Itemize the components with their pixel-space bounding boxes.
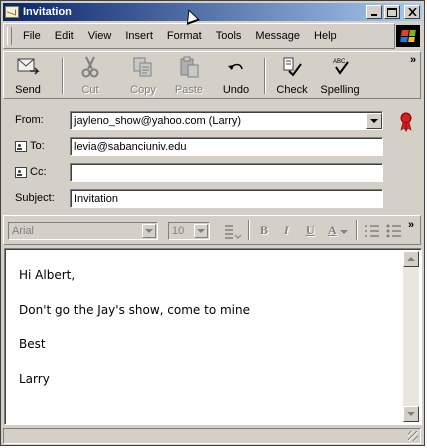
check-icon <box>283 57 302 77</box>
close-button[interactable] <box>404 5 420 19</box>
subject-label-text: Subject: <box>15 192 55 204</box>
font-color-icon[interactable]: A <box>328 223 337 238</box>
underline-icon[interactable]: U <box>306 223 315 238</box>
maximize-button[interactable] <box>384 5 400 19</box>
spelling-icon: ABC <box>333 59 349 75</box>
check-button[interactable]: Check <box>272 55 312 97</box>
chevron-up-icon <box>407 257 415 261</box>
bulleted-list-icon[interactable] <box>386 223 402 239</box>
to-label[interactable]: To: <box>15 140 45 152</box>
svg-text:ABC: ABC <box>333 59 346 65</box>
menu-message[interactable]: Message <box>248 30 307 42</box>
title-bar[interactable]: Invitation <box>3 3 422 21</box>
paragraph-style-icon[interactable] <box>223 223 241 239</box>
message-window: Invitation File Edit View Insert Format … <box>0 0 425 446</box>
chevron-down-icon[interactable] <box>340 230 348 236</box>
main-toolbar: Send Cut Copy Paste Undo Check ABC Spell… <box>3 51 421 99</box>
status-bar <box>3 428 421 444</box>
spelling-button[interactable]: ABC Spelling <box>318 55 362 97</box>
from-field[interactable]: jayleno_show@yahoo.com (Larry) <box>70 111 383 130</box>
cut-label: Cut <box>81 84 99 96</box>
scroll-up-button[interactable] <box>403 251 419 267</box>
undo-label: Undo <box>222 84 250 96</box>
chevron-down-icon <box>370 119 378 123</box>
address-book-icon <box>15 166 27 178</box>
copy-label: Copy <box>130 84 156 96</box>
menu-help[interactable]: Help <box>307 30 344 42</box>
windows-logo <box>396 25 420 47</box>
font-size-value: 10 <box>172 225 185 237</box>
close-icon <box>407 8 417 16</box>
subject-label: Subject: <box>15 192 55 204</box>
subject-field[interactable]: Invitation <box>70 189 383 208</box>
resize-grip[interactable] <box>408 431 418 441</box>
font-size-select[interactable]: 10 <box>168 222 210 240</box>
toolbar-separator <box>264 58 266 94</box>
menu-grip[interactable] <box>7 27 12 45</box>
send-icon <box>17 58 40 75</box>
from-label: From: <box>15 114 44 126</box>
check-label: Check <box>276 84 308 96</box>
cut-icon <box>81 56 99 78</box>
toolbar-more-button[interactable]: » <box>410 54 416 66</box>
from-value: jayleno_show@yahoo.com (Larry) <box>74 115 242 127</box>
formatting-toolbar: Arial 10 B I U A » <box>3 215 421 245</box>
toolbar-separator <box>248 220 250 240</box>
chevron-down-icon <box>142 224 156 238</box>
message-line: Best <box>19 337 46 351</box>
toolbar-separator <box>62 58 64 94</box>
spelling-label: Spelling <box>320 84 360 96</box>
from-label-text: From: <box>15 114 44 126</box>
format-more-button[interactable]: » <box>408 219 414 231</box>
chevron-down-icon <box>194 224 208 238</box>
subject-value: Invitation <box>74 193 119 205</box>
from-dropdown-button[interactable] <box>366 113 382 129</box>
bold-icon[interactable]: B <box>260 223 268 238</box>
menu-tools[interactable]: Tools <box>209 30 249 42</box>
cc-label[interactable]: Cc: <box>15 166 47 178</box>
undo-icon <box>228 63 243 70</box>
to-value: levia@sabanciuniv.edu <box>74 141 187 153</box>
menu-file[interactable]: File <box>16 30 48 42</box>
copy-button[interactable]: Copy <box>125 55 161 97</box>
cc-label-text: Cc: <box>30 166 47 178</box>
vertical-scrollbar[interactable] <box>403 251 419 422</box>
cut-button[interactable]: Cut <box>72 55 108 97</box>
maximize-icon <box>387 7 397 17</box>
numbered-list-icon[interactable] <box>364 223 380 239</box>
cc-field[interactable] <box>70 163 383 182</box>
minimize-icon <box>371 14 377 16</box>
font-name-select[interactable]: Arial <box>8 222 158 240</box>
to-label-text: To: <box>30 140 45 152</box>
paste-button[interactable]: Paste <box>171 55 207 97</box>
to-field[interactable]: levia@sabanciuniv.edu <box>70 137 383 156</box>
scroll-down-button[interactable] <box>403 406 419 422</box>
message-line: Larry <box>19 372 50 386</box>
ribbon-icon <box>400 112 412 132</box>
address-book-icon <box>15 140 27 152</box>
toolbar-separator <box>356 220 358 240</box>
minimize-button[interactable] <box>366 5 382 19</box>
send-label: Send <box>15 84 41 96</box>
menu-format[interactable]: Format <box>160 30 209 42</box>
menu-view[interactable]: View <box>81 30 119 42</box>
menu-bar: File Edit View Insert Format Tools Messa… <box>3 23 395 49</box>
app-icon <box>5 6 19 18</box>
paste-label: Paste <box>174 84 204 96</box>
copy-icon <box>133 57 152 77</box>
font-name-value: Arial <box>12 225 35 237</box>
menu-edit[interactable]: Edit <box>48 30 81 42</box>
send-button[interactable]: Send <box>10 55 46 97</box>
undo-button[interactable]: Undo <box>218 55 254 97</box>
italic-icon[interactable]: I <box>284 223 289 238</box>
message-line: Hi Albert, <box>19 268 76 282</box>
paste-icon <box>180 56 199 78</box>
message-body[interactable]: Hi Albert, Don't go the Jay's show, come… <box>4 248 422 425</box>
chevron-down-icon <box>407 412 415 416</box>
menu-insert[interactable]: Insert <box>118 30 160 42</box>
message-line: Don't go the Jay's show, come to mine <box>19 303 250 317</box>
